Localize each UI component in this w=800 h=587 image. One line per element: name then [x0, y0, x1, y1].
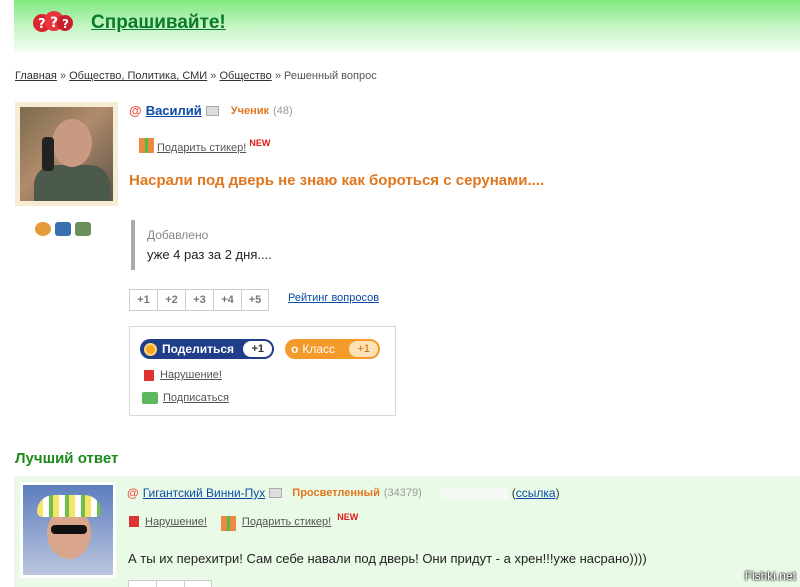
added-note: Добавлено уже 4 раз за 2 дня....	[131, 220, 421, 270]
photo-icon[interactable]	[55, 222, 71, 236]
share-button[interactable]: Поделиться +1	[140, 339, 274, 359]
report-flag-icon	[129, 516, 139, 527]
question-marks-logo-icon[interactable]: ? ? ?	[32, 8, 74, 38]
best-answer-heading: Лучший ответ	[15, 450, 119, 467]
new-badge: NEW	[249, 138, 271, 148]
report-link[interactable]: Нарушение!	[160, 369, 222, 381]
breadcrumb-category[interactable]: Общество, Политика, СМИ	[69, 70, 207, 82]
new-badge: NEW	[337, 512, 359, 522]
watermark: Fishki.net	[744, 569, 796, 583]
class-count: +1	[349, 341, 378, 357]
rate-button[interactable]	[156, 580, 184, 587]
answer-author-avatar[interactable]	[20, 482, 116, 578]
breadcrumb-separator: »	[274, 70, 281, 82]
rate-button[interactable]	[184, 580, 212, 587]
subscribe-icon	[142, 392, 158, 404]
answer-author-line: @ Гигантский Винни-Пух Просветленный (34…	[127, 486, 560, 500]
avatar-photo	[20, 107, 113, 201]
rate-plus-2-button[interactable]: +2	[157, 289, 185, 311]
author-icon-row	[35, 222, 91, 236]
action-panel: Поделиться +1 ᴏ Класс +1 Нарушение! Подп…	[129, 326, 396, 416]
gift-icon	[139, 138, 154, 153]
rate-plus-1-button[interactable]: +1	[129, 289, 157, 311]
ok-icon: ᴏ	[291, 342, 299, 356]
gift-icon	[220, 516, 236, 531]
answer-give-sticker-link[interactable]: Подарить стикер!	[242, 516, 331, 528]
svg-text:?: ?	[38, 17, 46, 32]
breadcrumb: Главная » Общество, Политика, СМИ » Обще…	[15, 70, 377, 82]
svg-text:?: ?	[50, 15, 58, 31]
author-rank: Ученик	[230, 104, 270, 117]
rate-plus-3-button[interactable]: +3	[185, 289, 213, 311]
answer-text: А ты их перехитри! Сам себе навали под д…	[128, 551, 647, 566]
share-icon	[144, 342, 157, 356]
answer-author-rank-score: (34379)	[383, 487, 422, 499]
answer-rating-buttons	[128, 580, 212, 587]
question-author-name[interactable]: Василий	[146, 103, 202, 118]
share-label: Поделиться	[162, 342, 235, 356]
subscribe-line: Подписаться	[142, 392, 229, 404]
subscribe-link[interactable]: Подписаться	[163, 392, 229, 404]
source-link[interactable]: ссылка	[516, 486, 556, 500]
brand-link[interactable]: Спрашивайте!	[91, 12, 226, 34]
breadcrumb-separator: »	[210, 70, 217, 82]
rate-plus-4-button[interactable]: +4	[213, 289, 241, 311]
added-label: Добавлено	[147, 228, 209, 242]
friends-icon[interactable]	[35, 222, 51, 236]
breadcrumb-separator: »	[59, 70, 67, 82]
answer-author-rank: Просветленный	[292, 487, 380, 499]
mail-icon[interactable]	[205, 105, 219, 116]
source-link-wrapper: (ссылка)	[511, 486, 560, 500]
blurred-area	[439, 487, 508, 499]
video-icon[interactable]	[75, 222, 91, 236]
answer-actions: Нарушение! Подарить стикер! NEW	[129, 512, 358, 531]
answer-report-link[interactable]: Нарушение!	[145, 516, 207, 528]
rate-plus-5-button[interactable]: +5	[241, 289, 269, 311]
question-title: Насрали под дверь не знаю как бороться с…	[129, 172, 545, 189]
site-header: ? ? ? Спрашивайте!	[14, 0, 800, 52]
mail-icon[interactable]	[269, 488, 283, 498]
breadcrumb-home[interactable]: Главная	[15, 70, 57, 82]
give-sticker-link[interactable]: Подарить стикер!	[157, 142, 246, 154]
sticker-line: Подарить стикер! NEW	[139, 138, 270, 154]
questions-rating-link[interactable]: Рейтинг вопросов	[288, 292, 379, 304]
question-rating-buttons: +1 +2 +3 +4 +5	[129, 289, 269, 311]
best-answer-block: @ Гигантский Винни-Пух Просветленный (34…	[14, 476, 800, 587]
share-count: +1	[243, 341, 272, 357]
question-author-avatar[interactable]	[15, 102, 118, 206]
author-rank-score: (48)	[273, 104, 293, 117]
svg-text:?: ?	[62, 17, 69, 31]
class-label: Класс	[302, 342, 336, 356]
breadcrumb-subcategory[interactable]: Общество	[219, 70, 271, 82]
report-flag-icon	[144, 369, 154, 381]
at-icon: @	[129, 103, 142, 118]
question-author-line: @ Василий Ученик (48)	[129, 103, 293, 118]
rate-button[interactable]	[128, 580, 156, 587]
breadcrumb-current: Решенный вопрос	[284, 70, 377, 82]
added-text: уже 4 раз за 2 дня....	[147, 247, 272, 262]
answer-author-name[interactable]: Гигантский Винни-Пух	[143, 486, 266, 500]
report-line: Нарушение!	[144, 369, 222, 381]
at-icon: @	[127, 486, 139, 500]
class-button[interactable]: ᴏ Класс +1	[285, 339, 380, 359]
avatar-photo	[23, 485, 113, 575]
